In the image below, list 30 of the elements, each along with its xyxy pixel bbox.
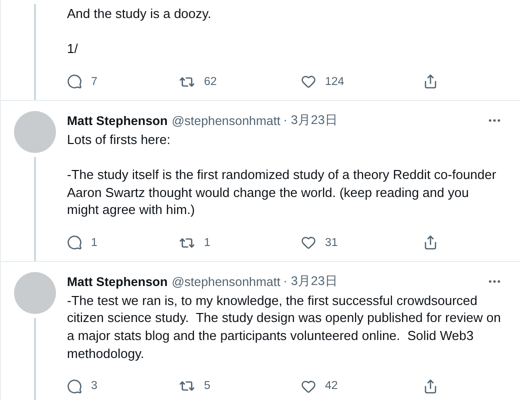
reply-button[interactable]: 1 xyxy=(67,235,98,250)
heart-icon xyxy=(301,74,316,90)
author-name[interactable]: Matt Stephenson xyxy=(67,274,168,289)
heart-icon xyxy=(301,235,316,250)
share-icon xyxy=(423,74,438,90)
retweet-button[interactable]: 1 xyxy=(179,234,210,251)
author-handle[interactable]: @stephensonhmatt xyxy=(172,274,280,289)
like-button[interactable]: 124 xyxy=(301,74,344,90)
author-name[interactable]: Matt Stephenson xyxy=(67,114,168,128)
reply-button[interactable]: 7 xyxy=(67,74,98,90)
tweet-date[interactable]: · 3月23日 xyxy=(283,273,338,290)
share-button[interactable] xyxy=(423,74,438,90)
like-button[interactable]: 42 xyxy=(301,378,338,394)
retweet-button[interactable]: 62 xyxy=(179,74,217,90)
share-button[interactable] xyxy=(423,235,438,250)
reply-button[interactable]: 3 xyxy=(67,378,98,394)
speech-bubble-icon xyxy=(67,74,82,90)
tweet-date[interactable]: · 3月23日 xyxy=(283,112,338,130)
like-button[interactable]: 31 xyxy=(301,235,338,250)
share-icon xyxy=(423,235,438,250)
author-handle[interactable]: @stephensonhmatt xyxy=(172,114,280,128)
speech-bubble-icon xyxy=(67,235,82,250)
retweet-button[interactable]: 5 xyxy=(179,378,210,394)
share-button[interactable] xyxy=(423,378,438,394)
heart-icon xyxy=(301,378,316,394)
share-icon xyxy=(423,378,438,394)
tweet-text: Lots of firsts here: -The study itself is the first randomized study of a theory Reddit co-founder Aaron Swartz thought would change the world. (keep reading and you might agree with him.) xyxy=(67,130,498,219)
speech-bubble-icon xyxy=(67,378,82,394)
tweet-text: -The test we ran is, to my knowledge, the first successful crowdsourced citizen science study. The study design was openly published for review on a major stats blog and the participants volunteered online. Solid Web3 methodology. xyxy=(67,292,502,362)
tweet-text: And the study is a doozy. 1/ xyxy=(67,5,212,58)
